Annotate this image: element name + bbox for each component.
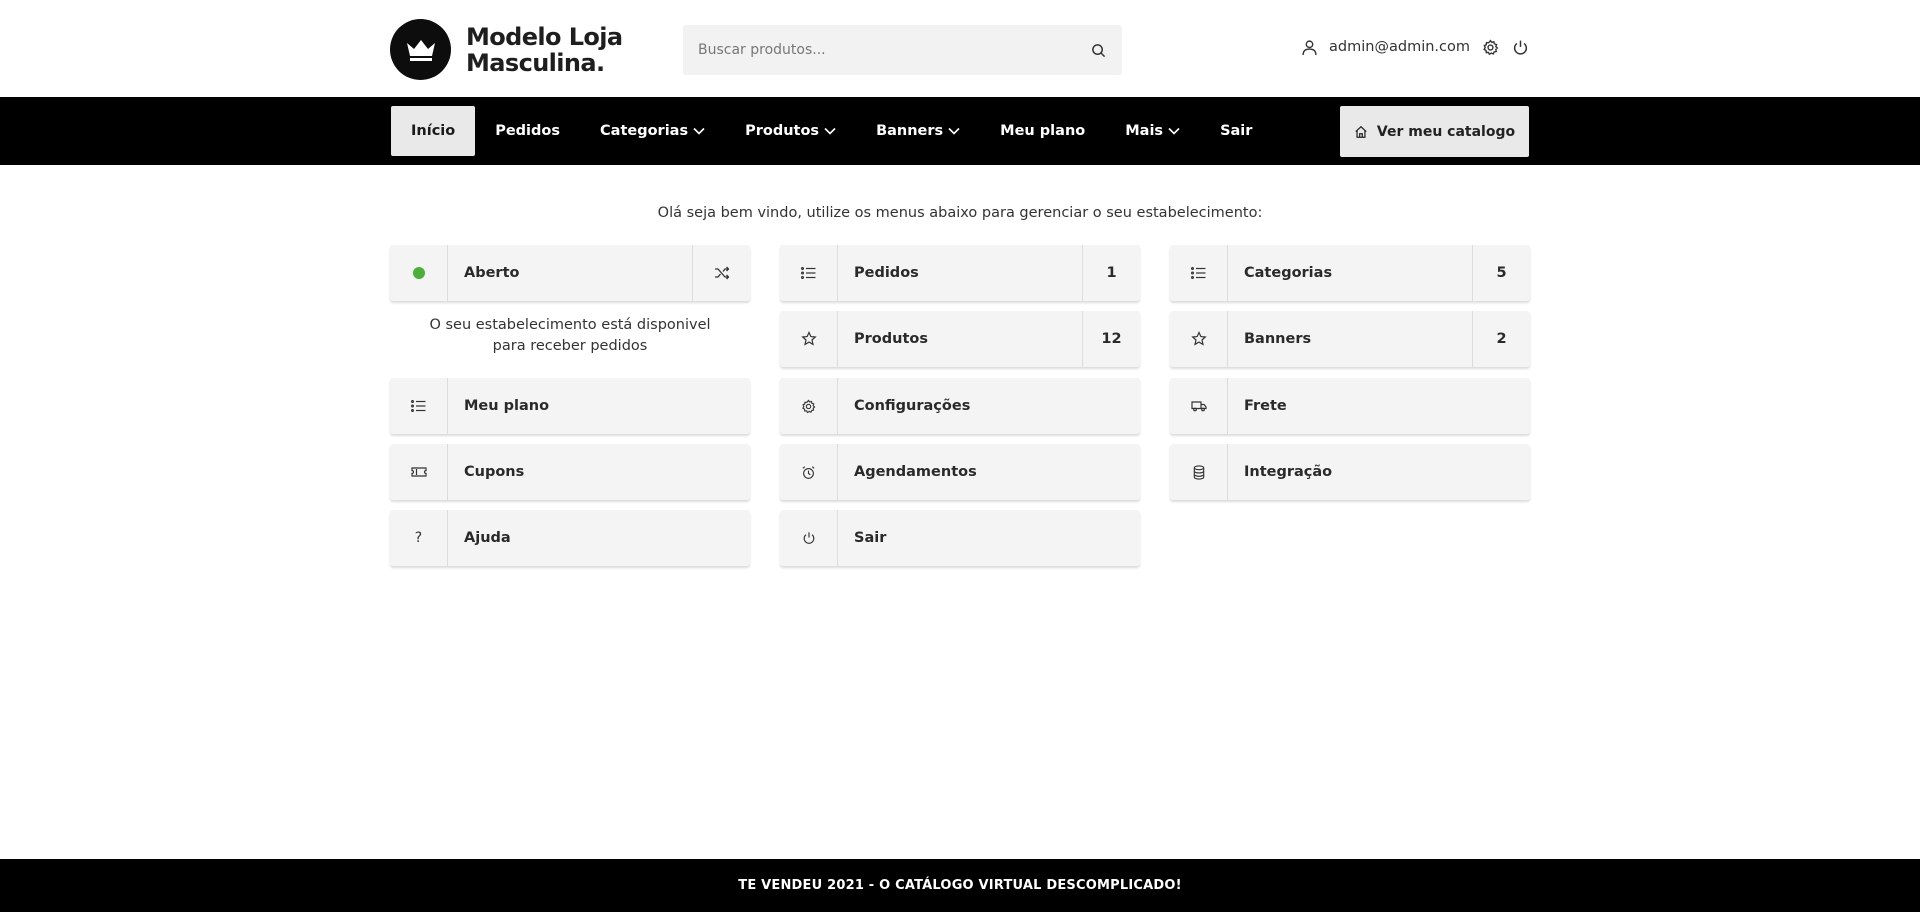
search-box [683, 25, 1122, 75]
card-label: Pedidos [854, 265, 919, 281]
nav-item-label: Pedidos [495, 123, 561, 139]
nav-item-banners[interactable]: Banners [856, 106, 980, 156]
top-header: Modelo Loja Masculina. admin@admin.com [0, 0, 1920, 97]
alarm-clock-icon [780, 444, 838, 500]
home-icon [1355, 125, 1367, 138]
truck-icon [1170, 378, 1228, 434]
card-count: 12 [1082, 311, 1140, 367]
status-description-line2: para receber pedidos [492, 338, 648, 354]
user-icon [1299, 37, 1319, 57]
card-sair[interactable]: Sair [780, 510, 1140, 566]
list-icon [390, 378, 448, 434]
card-label: Sair [854, 530, 887, 546]
chevron-down-icon [1168, 127, 1180, 135]
card-cupons[interactable]: Cupons [390, 444, 750, 500]
card-meu-plano[interactable]: Meu plano [390, 378, 750, 434]
list-icon [780, 245, 838, 301]
nav-item-label: Sair [1220, 123, 1253, 139]
card-label: Banners [1244, 331, 1312, 347]
ticket-icon [390, 444, 448, 500]
status-description-line1: O seu estabelecimento está disponivel [429, 317, 711, 333]
card-label: Produtos [854, 331, 928, 347]
card-ajuda[interactable]: ? Ajuda [390, 510, 750, 566]
power-icon [780, 510, 838, 566]
main-navbar: Início Pedidos Categorias Produtos Banne… [0, 97, 1920, 165]
brand-name: Modelo Loja Masculina. [466, 24, 623, 76]
chevron-down-icon [824, 127, 836, 135]
card-banners[interactable]: Banners 2 [1170, 311, 1530, 367]
card-label: Frete [1244, 398, 1287, 414]
nav-item-label: Mais [1125, 123, 1164, 139]
nav-item-produtos[interactable]: Produtos [725, 106, 856, 156]
card-label: Ajuda [464, 530, 511, 546]
nav-item-meu-plano[interactable]: Meu plano [980, 106, 1105, 156]
star-icon [780, 311, 838, 367]
card-label: Cupons [464, 464, 525, 480]
page-footer: TE VENDEU 2021 - O CATÁLOGO VIRTUAL DESC… [0, 859, 1920, 912]
card-label: Agendamentos [854, 464, 977, 480]
toggle-status-button[interactable] [692, 245, 750, 301]
view-catalog-label: Ver meu catalogo [1376, 123, 1516, 140]
question-icon: ? [390, 510, 448, 566]
star-icon [1170, 311, 1228, 367]
status-card: Aberto [390, 245, 750, 301]
nav-item-pedidos[interactable]: Pedidos [475, 106, 580, 156]
card-count: 5 [1472, 245, 1530, 301]
gear-icon[interactable] [1480, 37, 1500, 57]
nav-item-mais[interactable]: Mais [1105, 106, 1200, 156]
card-label: Configurações [854, 398, 971, 414]
chevron-down-icon [693, 127, 705, 135]
nav-item-categorias[interactable]: Categorias [580, 106, 725, 156]
brand-logo[interactable]: Modelo Loja Masculina. [390, 19, 623, 80]
card-label: Categorias [1244, 265, 1333, 281]
nav-item-sair[interactable]: Sair [1200, 106, 1272, 156]
card-agendamentos[interactable]: Agendamentos [780, 444, 1140, 500]
card-frete[interactable]: Frete [1170, 378, 1530, 434]
nav-item-inicio[interactable]: Início [391, 106, 476, 156]
card-pedidos[interactable]: Pedidos 1 [780, 245, 1140, 301]
brand-name-line2: Masculina. [466, 48, 605, 77]
footer-text: TE VENDEU 2021 - O CATÁLOGO VIRTUAL DESC… [738, 878, 1182, 893]
power-icon[interactable] [1510, 37, 1530, 57]
card-label: Integração [1244, 464, 1333, 480]
database-icon [1170, 444, 1228, 500]
brand-name-line1: Modelo Loja [466, 22, 623, 51]
nav-item-label: Início [411, 123, 456, 139]
search-input[interactable] [698, 42, 1089, 58]
status-label: Aberto [464, 265, 520, 281]
shuffle-icon [714, 266, 729, 280]
nav-item-label: Banners [876, 123, 944, 139]
user-menu: admin@admin.com [1299, 37, 1530, 57]
card-categorias[interactable]: Categorias 5 [1170, 245, 1530, 301]
crown-icon [390, 19, 451, 80]
card-count: 2 [1472, 311, 1530, 367]
card-configuracoes[interactable]: Configurações [780, 378, 1140, 434]
card-label: Meu plano [464, 398, 550, 414]
user-email[interactable]: admin@admin.com [1329, 39, 1470, 55]
card-integracao[interactable]: Integração [1170, 444, 1530, 500]
status-indicator-icon [390, 245, 448, 301]
list-icon [1170, 245, 1228, 301]
card-produtos[interactable]: Produtos 12 [780, 311, 1140, 367]
status-description: O seu estabelecimento está disponivel pa… [390, 315, 750, 357]
view-catalog-button[interactable]: Ver meu catalogo [1340, 106, 1529, 157]
search-icon[interactable] [1089, 41, 1107, 59]
chevron-down-icon [948, 127, 960, 135]
card-count: 1 [1082, 245, 1140, 301]
nav-item-label: Categorias [600, 123, 689, 139]
nav-item-label: Produtos [745, 123, 820, 139]
welcome-message: Olá seja bem vindo, utilize os menus aba… [657, 205, 1263, 221]
nav-item-label: Meu plano [1000, 123, 1086, 139]
gear-icon [780, 378, 838, 434]
nav-menu: Início Pedidos Categorias Produtos Banne… [391, 106, 1272, 156]
